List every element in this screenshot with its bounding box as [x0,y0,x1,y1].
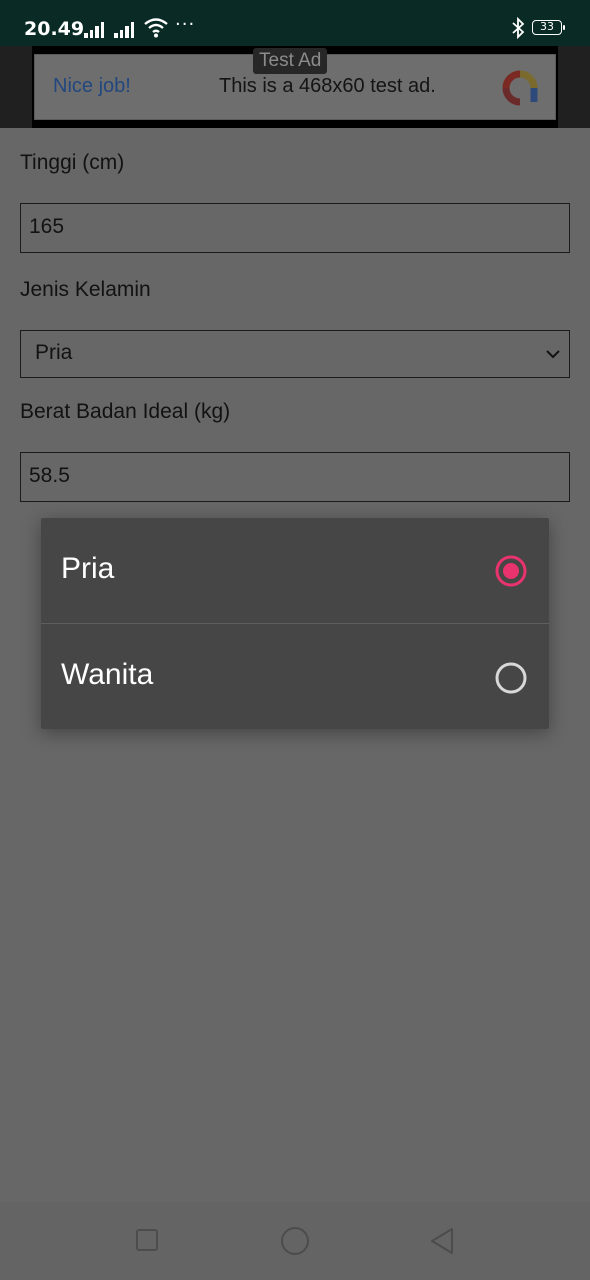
height-input[interactable]: 165 [20,203,570,253]
radio-unselected-icon[interactable] [495,662,527,694]
wifi-icon [144,18,168,38]
signal-icon [114,20,134,38]
chevron-down-icon [546,350,560,359]
gender-dialog: Pria Wanita [41,518,549,729]
home-circle-icon[interactable] [280,1226,310,1256]
signal-icon [84,20,104,38]
height-value: 165 [29,215,65,238]
status-time: 20.49 [24,18,85,40]
overflow-dots: ··· [175,14,196,35]
back-triangle-icon[interactable] [428,1226,456,1256]
ideal-weight-value: 58.5 [29,464,70,487]
gender-value: Pria [35,341,73,364]
gender-select[interactable]: Pria [20,330,570,378]
ideal-weight-field: 58.5 [20,452,570,502]
gender-option-pria[interactable]: Pria [41,518,549,623]
option-label: Pria [61,552,115,585]
battery-icon: 33 [532,20,565,35]
ideal-weight-label: Berat Badan Ideal (kg) [20,400,231,423]
height-label: Tinggi (cm) [20,151,125,174]
test-ad-badge: Test Ad [253,48,328,74]
gender-label: Jenis Kelamin [20,278,151,301]
recents-square-icon[interactable] [135,1228,159,1252]
radio-selected-icon[interactable] [495,555,527,587]
option-label: Wanita [61,658,154,691]
ad-headline: Nice job! [53,75,131,97]
gender-option-wanita[interactable]: Wanita [41,624,549,729]
status-bar: 20.49 ··· 33 [0,0,590,46]
ad-logo-icon [502,70,538,106]
navigation-bar [0,1202,590,1280]
ad-body: This is a 468x60 test ad. [219,75,436,97]
bluetooth-icon [512,17,525,39]
battery-level: 33 [540,20,554,33]
